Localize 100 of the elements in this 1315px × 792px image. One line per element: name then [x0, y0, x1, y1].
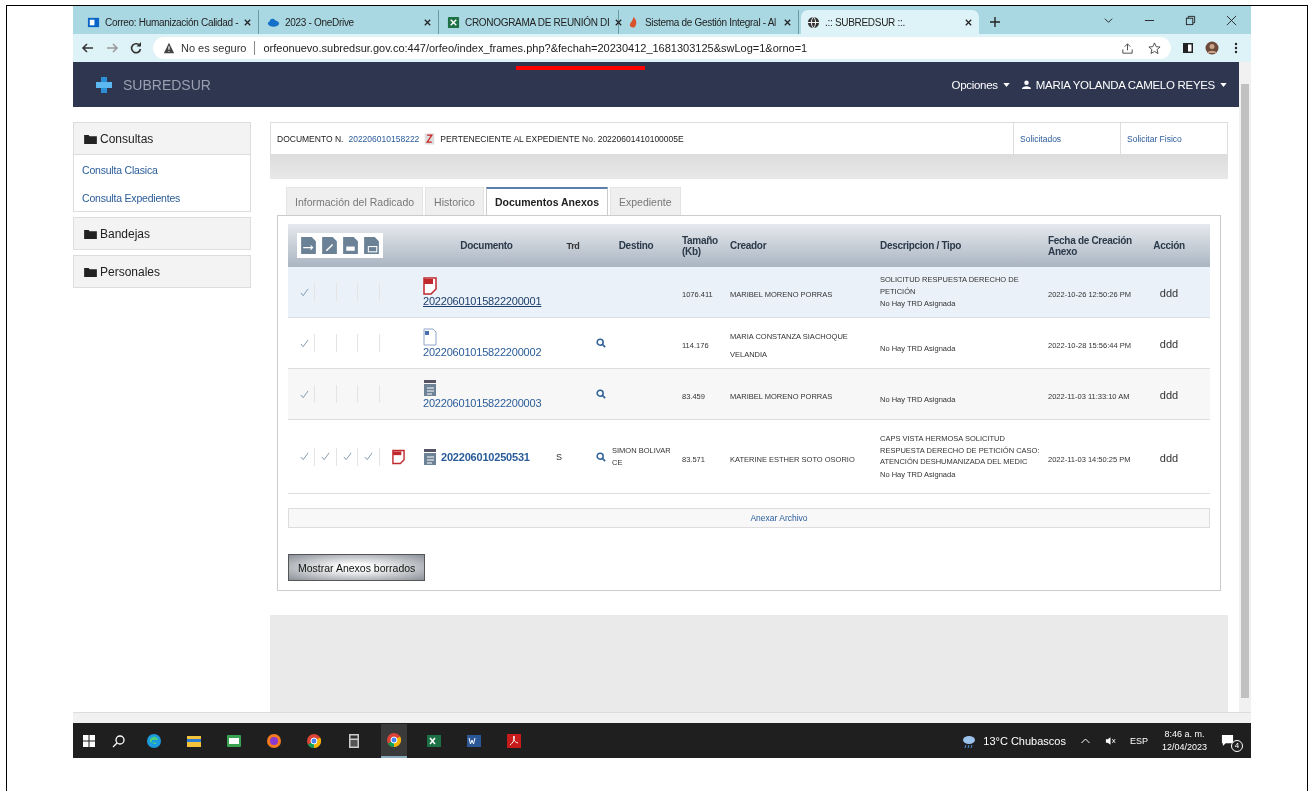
- monitor-icon[interactable]: [226, 732, 242, 749]
- document-icon[interactable]: [423, 328, 437, 346]
- column-header: Descripcion / Tipo: [879, 240, 963, 251]
- check-icon: [342, 452, 352, 461]
- scanner-document-icon[interactable]: [423, 447, 437, 466]
- panel-header[interactable]: Personales: [74, 256, 250, 287]
- clock[interactable]: 8:46 a. m. 12/04/2023: [1161, 727, 1207, 754]
- document-printer-icon[interactable]: [342, 236, 359, 255]
- tab[interactable]: Expediente: [609, 187, 681, 215]
- sidebar-icon[interactable]: [1181, 41, 1195, 55]
- weather-text[interactable]: 13°C Chubascos: [983, 734, 1066, 747]
- action-text[interactable]: ddd: [1159, 451, 1179, 464]
- document-link[interactable]: 20220601015822200001: [423, 295, 542, 307]
- sidebar-link[interactable]: Consulta Expedientes: [74, 183, 250, 211]
- panel-header[interactable]: Consultas: [74, 123, 250, 155]
- user-menu[interactable]: MARIA YOLANDA CAMELO REYES: [1021, 78, 1227, 91]
- column-header: Creador: [729, 240, 768, 251]
- document-pen-icon[interactable]: [321, 236, 338, 255]
- check-icon: [364, 452, 374, 461]
- spreadsheet-icon: [447, 15, 460, 29]
- new-tab-icon[interactable]: [989, 16, 1001, 28]
- horizontal-scrollbar[interactable]: [73, 712, 1251, 723]
- caret-icon: [1220, 82, 1227, 87]
- document-link[interactable]: 20220601015822200002: [423, 346, 542, 358]
- search-icon[interactable]: [596, 389, 606, 399]
- action-text[interactable]: ddd: [1159, 389, 1179, 401]
- word-document-icon[interactable]: [466, 732, 482, 749]
- document-link[interactable]: 20220601015822200003: [423, 397, 542, 409]
- document-link[interactable]: 202206010250531: [441, 450, 530, 463]
- chrome-icon[interactable]: [386, 731, 402, 748]
- close-icon[interactable]: [964, 17, 973, 27]
- pencil-document-icon[interactable]: [424, 131, 436, 146]
- close-icon[interactable]: [614, 17, 624, 27]
- sidebar-link[interactable]: Consulta Clasica: [74, 155, 250, 183]
- address-field[interactable]: No es seguro orfeonuevo.subredsur.gov.co:447/orfeo/index_frames.php?&fechah=20230412_1681303125&swLog=1&orno=1: [153, 37, 1171, 59]
- column-header: Documento: [459, 240, 514, 251]
- browser-swirl-icon[interactable]: [146, 732, 162, 749]
- check-icon: [299, 287, 309, 297]
- close-icon[interactable]: [783, 17, 792, 27]
- back-icon[interactable]: [81, 41, 95, 55]
- document-number-link[interactable]: 202206010158222: [348, 133, 420, 144]
- caret-icon: [1002, 82, 1010, 87]
- reload-icon[interactable]: [129, 41, 143, 55]
- options-menu[interactable]: Opciones: [951, 78, 1010, 91]
- search-icon[interactable]: [596, 338, 606, 348]
- expediente-label: PERTENECIENTE AL EXPEDIENTE No. 20220601410100005E: [440, 133, 684, 144]
- browser-tab[interactable]: .:: SUBREDSUR ::.: [801, 10, 979, 34]
- attach-file-link[interactable]: Anexar Archivo: [750, 513, 808, 523]
- column-header: Acción: [1152, 240, 1186, 251]
- panel-header[interactable]: Bandejas: [74, 218, 250, 249]
- pdf-file-icon[interactable]: [423, 277, 437, 295]
- header-link[interactable]: Solicitados: [1013, 123, 1120, 154]
- search-icon[interactable]: [111, 732, 127, 749]
- language-indicator[interactable]: ESP: [1129, 735, 1148, 746]
- fox-browser-icon[interactable]: [266, 732, 282, 749]
- action-text[interactable]: ddd: [1159, 287, 1179, 299]
- folder-icon: [84, 133, 97, 144]
- header-link[interactable]: Solicitar Fisico: [1120, 123, 1227, 154]
- notification-icon[interactable]: [1221, 734, 1234, 747]
- vertical-scrollbar[interactable]: [1239, 62, 1251, 712]
- restore-icon[interactable]: [1185, 15, 1196, 26]
- check-icon: [321, 452, 331, 461]
- star-icon[interactable]: [1148, 41, 1161, 55]
- show-deleted-button[interactable]: Mostrar Anexos borrados: [288, 554, 426, 581]
- check-icon: [299, 389, 309, 399]
- column-header: Destino: [617, 240, 655, 251]
- brand-name[interactable]: SUBREDSUR: [123, 76, 211, 93]
- chrome-icon[interactable]: [306, 732, 322, 749]
- user-icon: [1021, 80, 1031, 89]
- action-text[interactable]: ddd: [1159, 338, 1179, 350]
- pdf-file-icon[interactable]: [391, 448, 405, 465]
- tab[interactable]: Información del Radicado: [286, 187, 424, 215]
- document-stack-icon[interactable]: [363, 236, 380, 255]
- column-header: Fecha de Creación Anexo: [1047, 234, 1133, 257]
- document-label: DOCUMENTO N.: [277, 133, 344, 144]
- pdf-reader-icon[interactable]: [506, 732, 522, 749]
- document-arrow-icon[interactable]: [300, 236, 317, 255]
- close-icon[interactable]: [423, 17, 432, 27]
- chevron-icon[interactable]: [1103, 15, 1114, 26]
- speaker-muted-icon[interactable]: [1104, 735, 1116, 746]
- close-icon[interactable]: [1226, 15, 1237, 26]
- share-icon[interactable]: [1121, 41, 1134, 55]
- check-icon: [299, 338, 309, 348]
- tab[interactable]: Documentos Anexos: [485, 187, 608, 215]
- calculator-icon[interactable]: [346, 732, 362, 749]
- mail-icon: [87, 15, 100, 29]
- check-icon: [299, 452, 309, 461]
- folder-icon: [84, 228, 97, 239]
- search-icon[interactable]: [596, 451, 606, 462]
- column-header: Tamaño (Kb): [681, 234, 719, 257]
- close-icon[interactable]: [243, 17, 253, 27]
- globe-icon: [807, 15, 820, 29]
- tab[interactable]: Historico: [425, 187, 484, 215]
- scanner-document-icon[interactable]: [423, 379, 437, 397]
- windows-start-icon[interactable]: [81, 732, 97, 749]
- trd-value: S: [556, 451, 562, 462]
- column-header: Trd: [565, 240, 581, 251]
- warning-icon: [163, 42, 175, 54]
- avatar-icon[interactable]: [1205, 41, 1219, 55]
- spreadsheet-icon[interactable]: [426, 732, 442, 749]
